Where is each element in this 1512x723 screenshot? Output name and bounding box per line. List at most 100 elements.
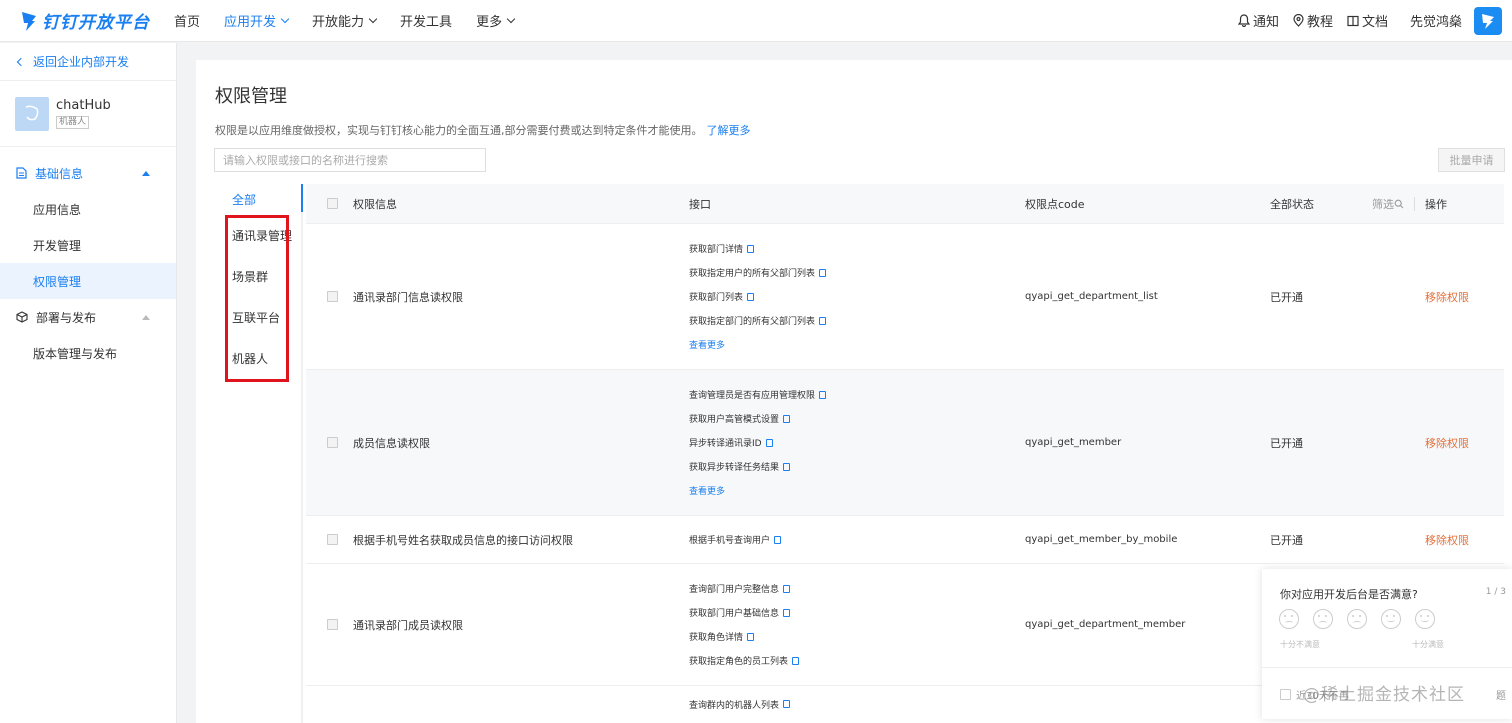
doc-icon[interactable] [765, 438, 773, 447]
api-item: 获取指定部门的所有父部门列表 [689, 309, 1025, 333]
menu-group-deploy-publish-label: 部署与发布 [36, 310, 97, 325]
row-checkbox[interactable] [327, 291, 338, 302]
tutorial-button[interactable]: 教程 [1293, 11, 1333, 30]
notify-label: 通知 [1252, 15, 1279, 30]
api-list: 查询管理员是否有应用管理权限 获取用户高管模式设置 异步转译通讯录ID 获取异步… [689, 377, 1025, 509]
org-name[interactable]: 先觉鸿燊 [1410, 11, 1462, 30]
api-name: 获取部门详情 [689, 245, 744, 255]
tutorial-label: 教程 [1306, 15, 1333, 30]
permission-status: 已开通 [1270, 436, 1303, 450]
status-filter-button[interactable]: 筛选 [1372, 196, 1404, 212]
category-tab-all[interactable]: 全部 [222, 184, 304, 215]
very-satisfied-face-icon[interactable] [1415, 609, 1435, 629]
sidebar-item-app-info[interactable]: 应用信息 [0, 191, 176, 227]
user-avatar[interactable] [1474, 6, 1502, 35]
api-item: 获取用户高管模式设置 [689, 407, 1025, 431]
api-name: 根据手机号查询用户 [689, 536, 771, 546]
nav-home[interactable]: 首页 [174, 11, 200, 30]
nav-dev-tools-label: 开发工具 [400, 15, 453, 30]
row-checkbox[interactable] [327, 619, 338, 630]
table-header: 权限信息 接口 权限点code 全部状态 筛选 操作 [306, 184, 1504, 224]
api-item: 获取部门详情 [689, 237, 1025, 261]
book-icon [1347, 15, 1359, 26]
doc-icon[interactable] [819, 268, 827, 277]
remove-permission-button[interactable]: 移除权限 [1425, 534, 1469, 547]
sidebar: 返回企业内部开发 chatHub 机器人 基础信息 应用信息 开发管理 权限管理… [0, 43, 177, 723]
brand[interactable]: 钉钉开放平台 [20, 8, 170, 33]
permission-code: qyapi_get_member [1025, 437, 1122, 448]
filter-label: 筛选 [1372, 197, 1394, 211]
api-item: 查询管理员是否有应用管理权限 [689, 383, 1025, 407]
doc-icon[interactable] [747, 632, 755, 641]
satisfied-face-icon[interactable] [1381, 609, 1401, 629]
header-status: 全部状态 [1270, 197, 1314, 211]
nav-app-dev[interactable]: 应用开发 [224, 11, 290, 30]
survey-tail-text: 题 [1496, 691, 1506, 702]
sidebar-item-permission-management[interactable]: 权限管理 [0, 263, 176, 299]
api-name: 获取指定角色的员工列表 [689, 657, 789, 667]
permission-name: 成员信息读权限 [353, 436, 430, 450]
sidebar-item-label: 开发管理 [33, 238, 82, 253]
doc-icon[interactable] [819, 316, 827, 325]
select-all-checkbox[interactable] [327, 198, 338, 209]
document-icon [16, 167, 27, 179]
bell-icon [1237, 14, 1250, 27]
view-more-link[interactable]: 查看更多 [689, 479, 1025, 503]
chevron-down-icon [368, 14, 378, 23]
row-checkbox[interactable] [327, 534, 338, 545]
api-item: 查询部门用户完整信息 [689, 577, 1025, 601]
doc-icon[interactable] [747, 292, 755, 301]
remove-permission-button[interactable]: 移除权限 [1425, 437, 1469, 450]
doc-icon[interactable] [747, 244, 755, 253]
permission-name: 通讯录部门信息读权限 [353, 290, 463, 304]
dont-show-checkbox[interactable] [1280, 689, 1291, 700]
dingtalk-avatar-icon [1482, 13, 1494, 29]
nav-dev-tools[interactable]: 开发工具 [400, 11, 452, 30]
remove-permission-button[interactable]: 移除权限 [1425, 291, 1469, 304]
menu-group-basic-info[interactable]: 基础信息 [0, 155, 176, 191]
notify-button[interactable]: 通知 [1237, 11, 1279, 30]
rating-faces [1279, 609, 1449, 629]
survey-page-indicator: 1 / 3 [1485, 587, 1506, 597]
doc-icon[interactable] [792, 656, 800, 665]
nav-more[interactable]: 更多 [476, 11, 516, 30]
api-name: 获取角色详情 [689, 633, 744, 643]
sidebar-item-label: 权限管理 [33, 274, 82, 289]
docs-button[interactable]: 文档 [1347, 11, 1388, 30]
api-name: 查询部门用户完整信息 [689, 585, 780, 595]
permission-search-input[interactable] [214, 148, 486, 172]
doc-icon[interactable] [783, 414, 791, 423]
nav-open-capability[interactable]: 开放能力 [312, 11, 378, 30]
doc-icon[interactable] [774, 535, 782, 544]
unsatisfied-face-icon[interactable] [1313, 609, 1333, 629]
api-item: 获取部门列表 [689, 285, 1025, 309]
cube-icon [16, 311, 28, 323]
row-checkbox[interactable] [327, 437, 338, 448]
api-name: 异步转译通讯录ID [689, 439, 762, 449]
neutral-face-icon[interactable] [1347, 609, 1367, 629]
api-item: 根据手机号查询用户 [689, 528, 1025, 552]
batch-apply-button[interactable]: 批量申请 [1438, 148, 1505, 172]
header-op: 操作 [1425, 197, 1447, 211]
top-nav: 钉钉开放平台 首页 应用开发 开放能力 开发工具 更多 通知 教程 文档 先觉鸿… [0, 0, 1512, 42]
doc-icon[interactable] [783, 462, 791, 471]
doc-icon[interactable] [783, 608, 791, 617]
chevron-left-icon [16, 57, 26, 66]
permission-name: 根据手机号姓名获取成员信息的接口访问权限 [353, 533, 573, 547]
nav-more-label: 更多 [476, 15, 503, 30]
api-name: 获取指定部门的所有父部门列表 [689, 317, 816, 327]
search-icon [1394, 199, 1404, 208]
very-unsatisfied-face-icon[interactable] [1279, 609, 1299, 629]
learn-more-link[interactable]: 了解更多 [707, 124, 751, 137]
doc-icon[interactable] [783, 700, 791, 708]
table-row: 通讯录部门信息读权限 获取部门详情 获取指定用户的所有父部门列表 获取部门列表 … [306, 224, 1504, 370]
back-to-internal-dev-link[interactable]: 返回企业内部开发 [0, 43, 176, 81]
view-more-link[interactable]: 查看更多 [689, 333, 1025, 357]
doc-icon[interactable] [783, 584, 791, 593]
menu-group-deploy-publish[interactable]: 部署与发布 [0, 299, 176, 335]
sidebar-item-dev-management[interactable]: 开发管理 [0, 227, 176, 263]
api-item: 获取异步转译任务结果 [689, 455, 1025, 479]
sidebar-item-version-publish[interactable]: 版本管理与发布 [0, 335, 176, 371]
app-name: chatHub [56, 98, 111, 113]
doc-icon[interactable] [819, 390, 827, 399]
